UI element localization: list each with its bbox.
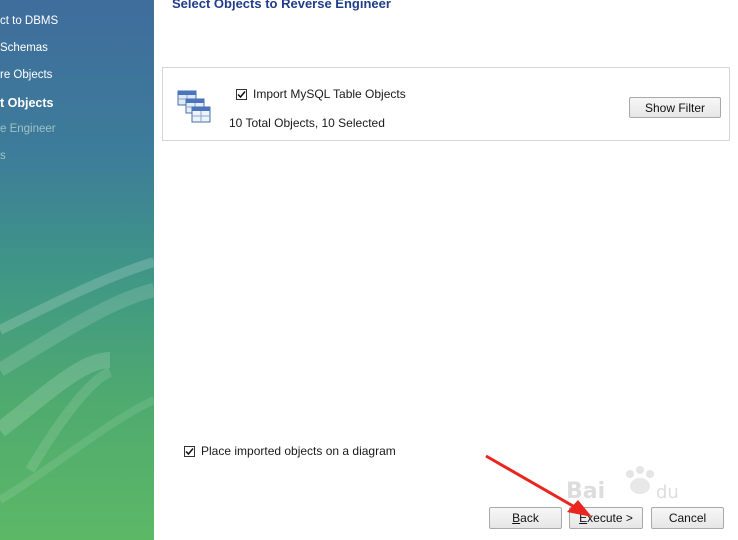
- objects-summary: 10 Total Objects, 10 Selected: [229, 116, 385, 130]
- import-table-objects-option[interactable]: Import MySQL Table Objects: [236, 87, 406, 101]
- table-objects-panel: Import MySQL Table Objects 10 Total Obje…: [162, 67, 730, 141]
- step-select-schemas: Schemas: [0, 42, 48, 54]
- step-select-objects: t Objects: [0, 96, 54, 110]
- execute-button[interactable]: Execute >: [569, 507, 643, 529]
- step-connect-to-dbms: ct to DBMS: [0, 15, 59, 27]
- import-table-objects-label: Import MySQL Table Objects: [253, 87, 406, 101]
- step-reverse-engineer: e Engineer: [0, 123, 56, 135]
- checkmark-icon: [185, 447, 194, 455]
- sidebar-swirl-decoration: [0, 257, 154, 504]
- table-objects-icon: [177, 90, 211, 123]
- cancel-button[interactable]: Cancel: [651, 507, 724, 529]
- step-results: s: [0, 150, 6, 162]
- place-on-diagram-checkbox[interactable]: [184, 445, 195, 457]
- svg-text:du: du: [656, 482, 679, 503]
- step-retrieve-objects: re Objects: [0, 69, 53, 81]
- execute-mnemonic: E: [579, 511, 588, 525]
- place-on-diagram-option[interactable]: Place imported objects on a diagram: [184, 444, 396, 458]
- execute-label: xecute >: [587, 511, 633, 525]
- svg-text:Bai: Bai: [566, 479, 605, 504]
- back-mnemonic: B: [512, 511, 521, 525]
- import-table-objects-checkbox[interactable]: [236, 88, 247, 100]
- wizard-sidebar: ct to DBMS Schemas re Objects t Objects …: [0, 0, 154, 540]
- show-filter-button[interactable]: Show Filter: [629, 97, 721, 118]
- back-button[interactable]: Back: [489, 507, 562, 529]
- checkmark-icon: [237, 90, 246, 98]
- back-label: ack: [520, 511, 539, 525]
- page-title: Select Objects to Reverse Engineer: [172, 0, 391, 11]
- watermark-logo: Bai du: [566, 466, 679, 504]
- place-on-diagram-label: Place imported objects on a diagram: [201, 444, 396, 458]
